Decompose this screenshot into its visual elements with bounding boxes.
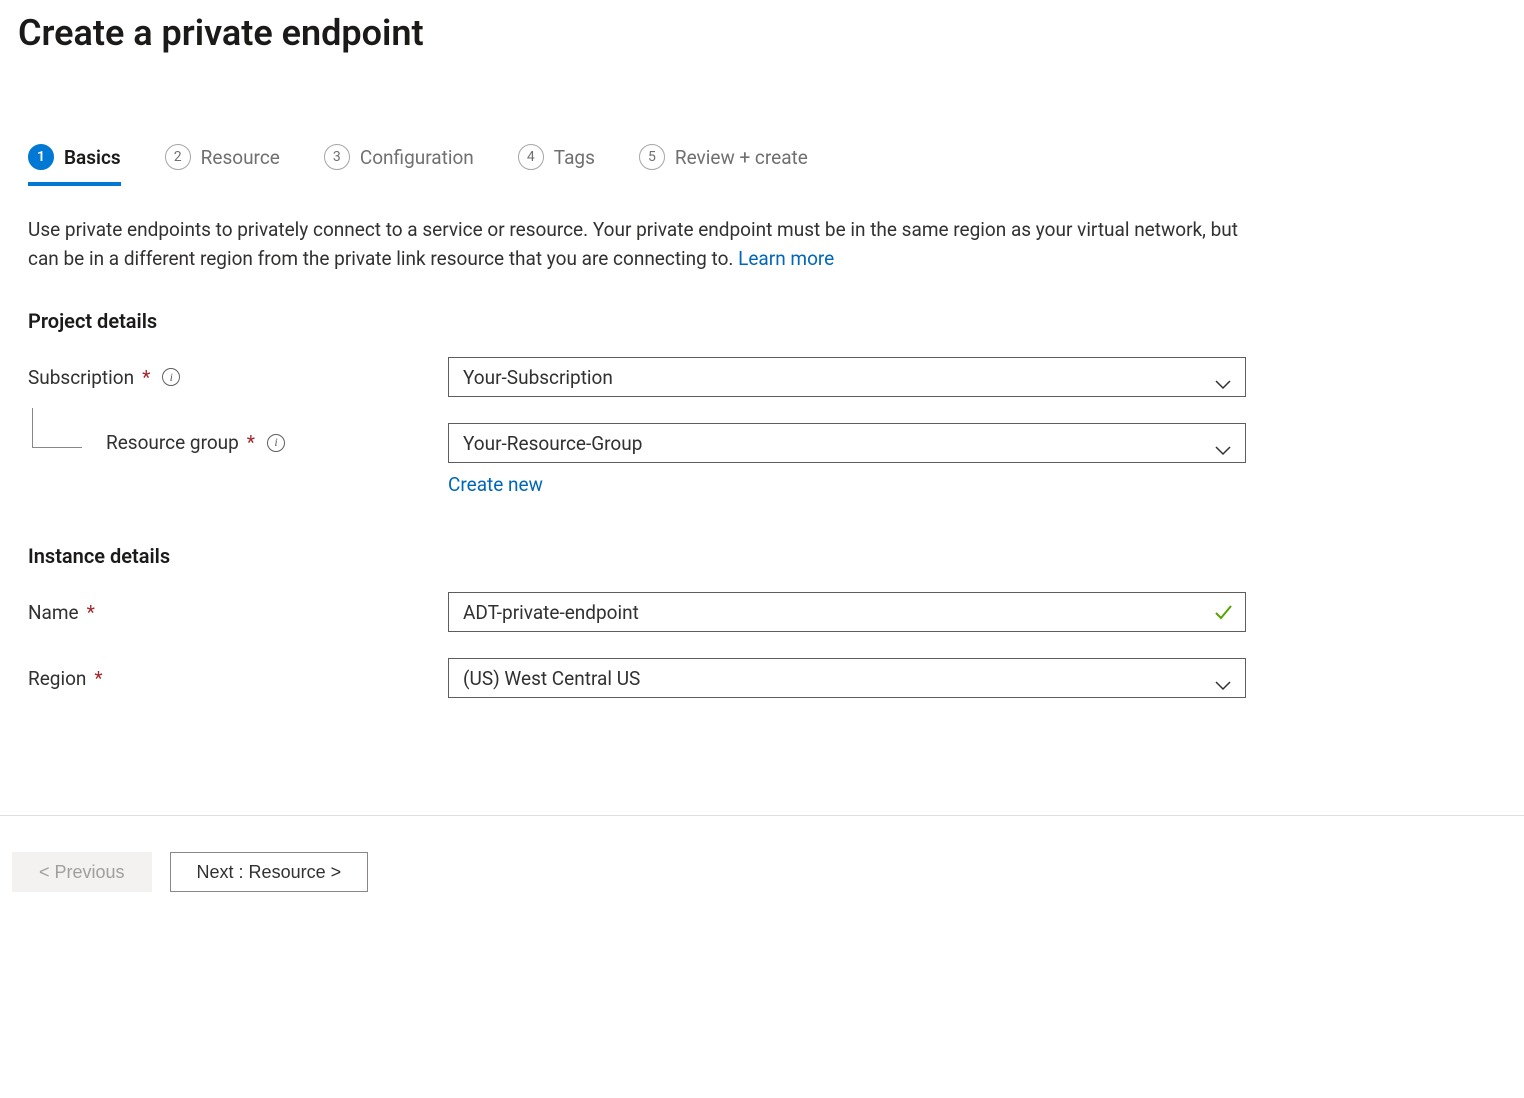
project-details-heading: Project details — [28, 309, 1496, 333]
description-text: Use private endpoints to privately conne… — [28, 218, 1238, 270]
label-text: Region — [28, 667, 86, 690]
select-value: Your-Resource-Group — [463, 432, 642, 455]
previous-button: < Previous — [12, 852, 152, 892]
tree-indent-icon — [32, 408, 82, 448]
resource-group-select[interactable]: Your-Resource-Group — [448, 423, 1246, 463]
region-label: Region * — [28, 667, 448, 690]
region-row: Region * (US) West Central US — [28, 658, 1496, 698]
tab-label: Configuration — [360, 146, 474, 169]
select-value: Your-Subscription — [463, 366, 613, 389]
tab-label: Tags — [554, 146, 595, 169]
page-title: Create a private endpoint — [0, 0, 1524, 54]
tab-label: Review + create — [675, 146, 808, 169]
step-number-icon: 2 — [165, 144, 191, 170]
resource-group-row: Resource group * i Your-Resource-Group C… — [28, 423, 1496, 496]
region-select[interactable]: (US) West Central US — [448, 658, 1246, 698]
step-number-icon: 1 — [28, 144, 54, 170]
select-value: (US) West Central US — [463, 667, 640, 690]
tab-description: Use private endpoints to privately conne… — [28, 216, 1268, 273]
info-icon[interactable]: i — [267, 434, 285, 452]
resource-group-label: Resource group * i — [28, 423, 448, 454]
required-asterisk-icon: * — [87, 601, 95, 624]
create-new-link[interactable]: Create new — [448, 473, 543, 496]
next-button[interactable]: Next : Resource > — [170, 852, 369, 892]
tab-label: Resource — [201, 146, 280, 169]
wizard-footer: < Previous Next : Resource > — [0, 815, 1524, 1098]
chevron-down-icon — [1215, 438, 1231, 448]
required-asterisk-icon: * — [247, 431, 255, 454]
tab-resource[interactable]: 2 Resource — [165, 144, 280, 186]
required-asterisk-icon: * — [94, 667, 102, 690]
tab-configuration[interactable]: 3 Configuration — [324, 144, 474, 186]
instance-details-heading: Instance details — [28, 544, 1496, 568]
label-text: Subscription — [28, 366, 134, 389]
subscription-select[interactable]: Your-Subscription — [448, 357, 1246, 397]
required-asterisk-icon: * — [142, 366, 150, 389]
subscription-row: Subscription * i Your-Subscription — [28, 357, 1496, 397]
step-number-icon: 3 — [324, 144, 350, 170]
tab-basics[interactable]: 1 Basics — [28, 144, 121, 186]
chevron-down-icon — [1215, 673, 1231, 683]
input-value: ADT-private-endpoint — [463, 601, 639, 624]
learn-more-link[interactable]: Learn more — [738, 247, 834, 270]
label-text: Name — [28, 601, 79, 624]
wizard-tabs: 1 Basics 2 Resource 3 Configuration 4 Ta… — [28, 144, 1496, 186]
tab-review-create[interactable]: 5 Review + create — [639, 144, 808, 186]
tab-label: Basics — [64, 146, 121, 169]
tab-tags[interactable]: 4 Tags — [518, 144, 595, 186]
info-icon[interactable]: i — [162, 368, 180, 386]
label-text: Resource group — [106, 431, 239, 454]
check-icon — [1213, 602, 1233, 622]
step-number-icon: 4 — [518, 144, 544, 170]
name-input[interactable]: ADT-private-endpoint — [448, 592, 1246, 632]
subscription-label: Subscription * i — [28, 366, 448, 389]
name-label: Name * — [28, 601, 448, 624]
name-row: Name * ADT-private-endpoint — [28, 592, 1496, 632]
step-number-icon: 5 — [639, 144, 665, 170]
chevron-down-icon — [1215, 372, 1231, 382]
